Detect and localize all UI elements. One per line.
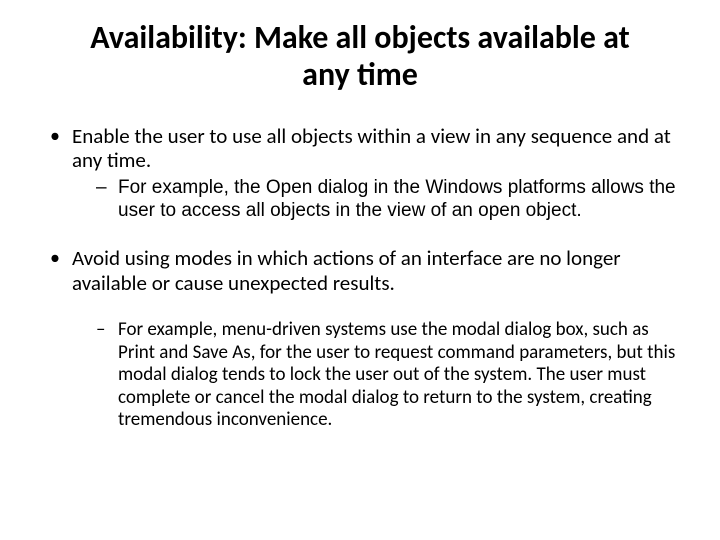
bullet-item: Enable the user to use all objects withi… bbox=[44, 124, 680, 222]
slide-title: Availability: Make all objects available… bbox=[80, 20, 640, 94]
bullet-text: Enable the user to use all objects withi… bbox=[72, 123, 671, 174]
sub-item: For example, menu-driven systems use the… bbox=[96, 319, 680, 431]
sub-list: For example, the Open dialog in the Wind… bbox=[72, 177, 680, 222]
bullet-item: Avoid using modes in which actions of an… bbox=[44, 246, 680, 432]
sub-list: For example, menu-driven systems use the… bbox=[72, 319, 680, 431]
bullet-text: Avoid using modes in which actions of an… bbox=[72, 245, 621, 296]
sub-item: For example, the Open dialog in the Wind… bbox=[96, 177, 680, 222]
bullet-list: Enable the user to use all objects withi… bbox=[40, 124, 680, 432]
